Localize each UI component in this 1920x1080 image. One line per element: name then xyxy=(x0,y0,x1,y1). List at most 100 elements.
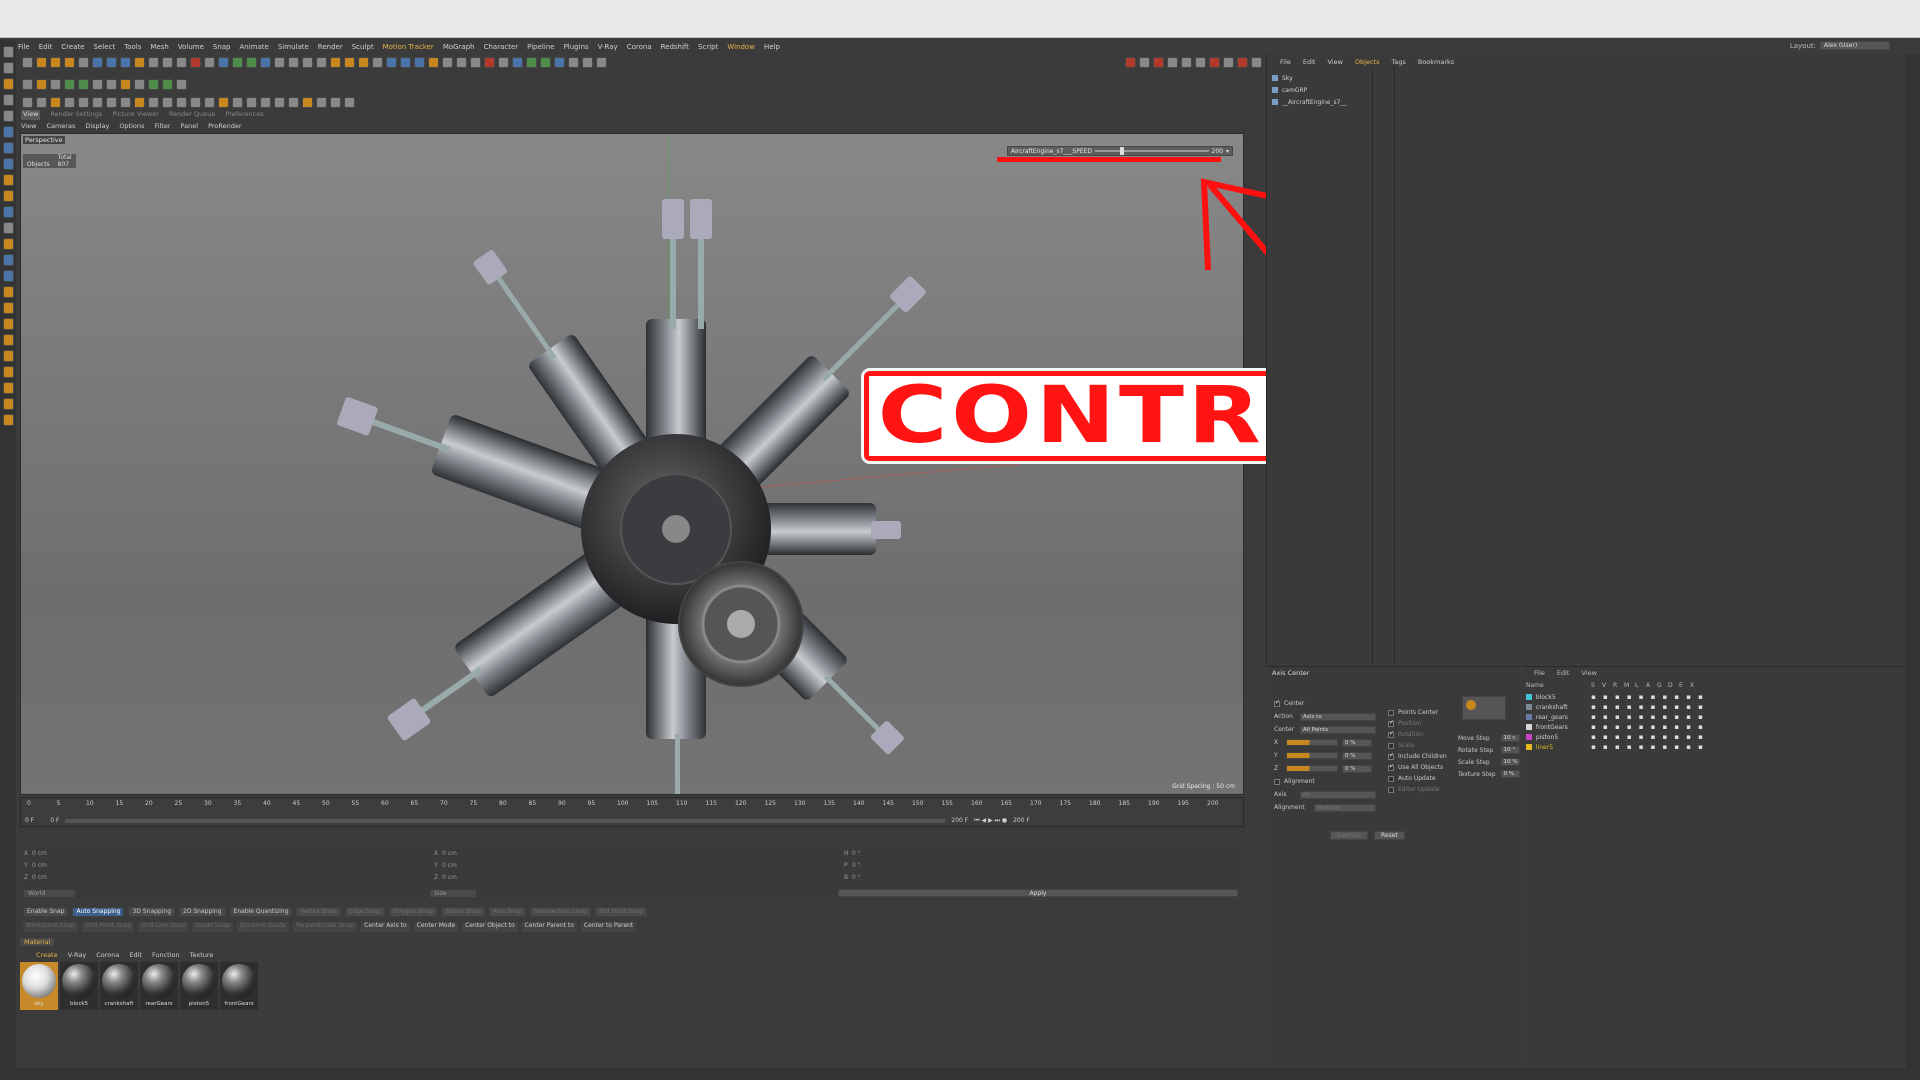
tool-button-icon[interactable] xyxy=(344,56,355,68)
tool-button-icon[interactable] xyxy=(92,56,103,68)
menu-item-render[interactable]: Render xyxy=(318,43,343,51)
mode-tool-icon[interactable] xyxy=(2,126,14,138)
mode-tool-icon[interactable] xyxy=(2,350,14,362)
option-checkbox[interactable] xyxy=(1388,786,1394,793)
menu-item-mograph[interactable]: MoGraph xyxy=(443,43,475,51)
menu-item-redshift[interactable]: Redshift xyxy=(661,43,689,51)
step-value[interactable]: 0 % xyxy=(1500,770,1520,778)
tool-button-icon[interactable] xyxy=(218,96,229,108)
tool-button-icon[interactable] xyxy=(78,78,89,90)
coord-value[interactable]: 0 cm xyxy=(442,850,457,857)
tool-button-icon[interactable] xyxy=(428,56,439,68)
layer-flag-icon[interactable]: ▪ xyxy=(1603,733,1611,741)
mode-tool-icon[interactable] xyxy=(2,270,14,282)
layer-row[interactable]: liner5 ▪ ▪ ▪ ▪ ▪ ▪ ▪ ▪ ▪ ▪ xyxy=(1526,742,1706,752)
axis-slider[interactable] xyxy=(1286,752,1338,759)
layer-flag-icon[interactable]: ▪ xyxy=(1627,723,1635,731)
tool-button-icon[interactable] xyxy=(1237,56,1248,68)
snap-button-mid-point-snap[interactable]: Mid Point Snap xyxy=(594,907,648,917)
layer-flag-icon[interactable]: ▪ xyxy=(1674,693,1682,701)
tool-button-icon[interactable] xyxy=(568,56,579,68)
tool-button-icon[interactable] xyxy=(106,78,117,90)
object-row[interactable]: camGRP xyxy=(1272,84,1392,96)
layer-flag-icon[interactable]: ▪ xyxy=(1663,733,1671,741)
layer-flag-icon[interactable]: ▪ xyxy=(1674,723,1682,731)
layer-flag-icon[interactable]: ▪ xyxy=(1615,723,1623,731)
object-row[interactable]: Sky xyxy=(1272,72,1392,84)
end-frame-2[interactable]: 200 F xyxy=(1013,817,1030,824)
tool-button-icon[interactable] xyxy=(372,56,383,68)
tool-button-icon[interactable] xyxy=(36,56,47,68)
material-menu-function[interactable]: Function xyxy=(152,951,180,959)
layer-flag-icon[interactable]: ▪ xyxy=(1674,713,1682,721)
viewport[interactable]: Perspective Total Objects 807 AircraftEn… xyxy=(20,133,1244,795)
tool-button-icon[interactable] xyxy=(498,56,509,68)
snap-button-center-mode[interactable]: Center Mode xyxy=(413,922,459,932)
coord-value[interactable]: 0 cm xyxy=(32,862,47,869)
material-menu-v-ray[interactable]: V-Ray xyxy=(68,951,87,959)
menu-item-character[interactable]: Character xyxy=(484,43,519,51)
snap-button-edge-snap[interactable]: Edge Snap xyxy=(344,907,385,917)
layer-flag-icon[interactable]: ▪ xyxy=(1698,693,1706,701)
step-value[interactable]: 10 c xyxy=(1500,734,1520,742)
tool-button-icon[interactable] xyxy=(176,56,187,68)
layer-menu-view[interactable]: View xyxy=(1581,669,1596,677)
snap-button-spline-snap[interactable]: Spline Snap xyxy=(441,907,485,917)
object-row[interactable]: __AircraftEngine_s7__ xyxy=(1272,96,1392,108)
tool-button-icon[interactable] xyxy=(1153,56,1164,68)
axis-value[interactable]: 0 % xyxy=(1342,751,1372,760)
layer-flag-icon[interactable]: ▪ xyxy=(1663,723,1671,731)
tool-button-icon[interactable] xyxy=(232,56,243,68)
tool-button-icon[interactable] xyxy=(134,96,145,108)
layer-name[interactable]: piston5 xyxy=(1536,734,1587,741)
alignment-dropdown[interactable]: Normals xyxy=(1314,803,1376,812)
tool-button-icon[interactable] xyxy=(148,96,159,108)
tool-button-icon[interactable] xyxy=(316,56,327,68)
layer-name[interactable]: frontGears xyxy=(1536,724,1587,731)
menu-item-corona[interactable]: Corona xyxy=(627,43,652,51)
layer-flag-icon[interactable]: ▪ xyxy=(1698,723,1706,731)
mode-tool-icon[interactable] xyxy=(2,110,14,122)
layer-flag-icon[interactable]: ▪ xyxy=(1686,703,1694,711)
layer-menu-file[interactable]: File xyxy=(1534,669,1545,677)
layer-flag-icon[interactable]: ▪ xyxy=(1615,713,1623,721)
tab-render-settings[interactable]: Render Settings xyxy=(50,110,102,120)
tool-button-icon[interactable] xyxy=(1181,56,1192,68)
tool-button-icon[interactable] xyxy=(232,96,243,108)
tool-button-icon[interactable] xyxy=(120,96,131,108)
tool-button-icon[interactable] xyxy=(204,56,215,68)
tool-button-icon[interactable] xyxy=(162,56,173,68)
tool-button-icon[interactable] xyxy=(1209,56,1220,68)
mode-tool-icon[interactable] xyxy=(2,142,14,154)
speed-slider[interactable]: AircraftEngine_s7___SPEED 200 ▾ xyxy=(1007,146,1233,156)
snap-button-polygon-snap[interactable]: Polygon Snap xyxy=(388,907,438,917)
menu-item-select[interactable]: Select xyxy=(94,43,116,51)
layer-flag-icon[interactable]: ▪ xyxy=(1615,743,1623,751)
layer-flag-icon[interactable]: ▪ xyxy=(1686,743,1694,751)
tool-button-icon[interactable] xyxy=(134,78,145,90)
tool-button-icon[interactable] xyxy=(22,56,33,68)
viewport-menu-options[interactable]: Options xyxy=(119,122,144,132)
menu-item-pipeline[interactable]: Pipeline xyxy=(527,43,554,51)
snap-button-perpendicular-snap[interactable]: Perpendicular Snap xyxy=(292,922,358,932)
tool-button-icon[interactable] xyxy=(470,56,481,68)
om-menu-file[interactable]: File xyxy=(1280,58,1291,66)
tool-button-icon[interactable] xyxy=(204,96,215,108)
om-menu-objects[interactable]: Objects xyxy=(1355,58,1380,66)
option-checkbox[interactable] xyxy=(1388,731,1394,738)
om-menu-tags[interactable]: Tags xyxy=(1391,58,1405,66)
coord-mode-size[interactable]: Size xyxy=(430,890,477,897)
tab-render-queue[interactable]: Render Queue xyxy=(169,110,216,120)
viewport-menu-prorender[interactable]: ProRender xyxy=(208,122,241,132)
om-menu-bookmarks[interactable]: Bookmarks xyxy=(1418,58,1454,66)
tool-button-icon[interactable] xyxy=(288,56,299,68)
layer-flag-icon[interactable]: ▪ xyxy=(1627,693,1635,701)
tool-button-icon[interactable] xyxy=(134,56,145,68)
layer-row[interactable]: block5 ▪ ▪ ▪ ▪ ▪ ▪ ▪ ▪ ▪ ▪ xyxy=(1526,692,1706,702)
snap-button-center-to-parent[interactable]: Center to Parent xyxy=(580,922,637,932)
tool-button-icon[interactable] xyxy=(1251,56,1262,68)
tool-button-icon[interactable] xyxy=(274,96,285,108)
mode-tool-icon[interactable] xyxy=(2,286,14,298)
tool-button-icon[interactable] xyxy=(176,96,187,108)
material-swatch[interactable]: piston5 xyxy=(180,962,218,1010)
